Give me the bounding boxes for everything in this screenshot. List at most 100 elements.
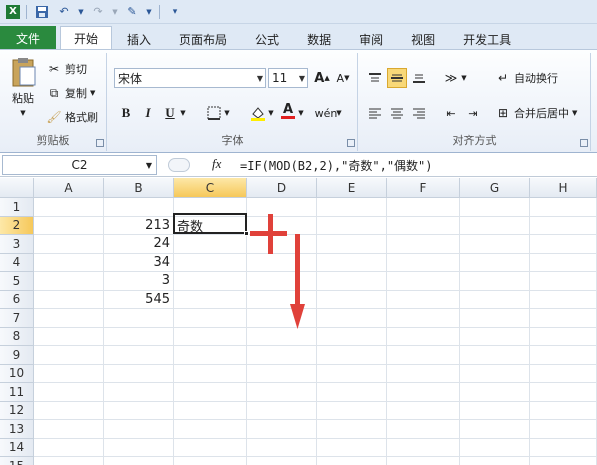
cell-b5[interactable]: 3: [104, 272, 174, 291]
cell-e1[interactable]: [317, 198, 387, 217]
cell-f7[interactable]: [387, 309, 460, 328]
tab-view[interactable]: 视图: [398, 28, 448, 50]
select-all-corner[interactable]: [0, 178, 34, 198]
row-header[interactable]: 1: [0, 198, 34, 217]
cell-c6[interactable]: [174, 290, 247, 309]
cell-e4[interactable]: [317, 253, 387, 272]
cell-c1[interactable]: [174, 198, 247, 217]
chevron-down-icon[interactable]: ▼: [266, 103, 276, 123]
grow-font-icon[interactable]: A ▲: [312, 68, 332, 88]
cell-g2[interactable]: [460, 216, 530, 235]
cell-a13[interactable]: [34, 420, 104, 439]
cell-h2[interactable]: [530, 216, 597, 235]
column-header[interactable]: H: [530, 178, 597, 198]
cell-c15[interactable]: [174, 457, 247, 465]
cell-f14[interactable]: [387, 438, 460, 457]
align-middle-icon[interactable]: [387, 68, 407, 88]
dropdown-icon[interactable]: ▼: [111, 3, 119, 21]
cell-e3[interactable]: [317, 235, 387, 254]
phonetic-icon[interactable]: wén: [315, 103, 338, 123]
cell-d12[interactable]: [247, 401, 317, 420]
cell-g12[interactable]: [460, 401, 530, 420]
cell-c13[interactable]: [174, 420, 247, 439]
column-header[interactable]: C: [174, 178, 247, 198]
cell-h8[interactable]: [530, 327, 597, 346]
paste-button[interactable]: 粘贴 ▼: [6, 57, 40, 125]
column-header[interactable]: D: [247, 178, 317, 198]
column-header[interactable]: B: [104, 178, 174, 198]
orientation-icon[interactable]: ≫: [441, 68, 461, 88]
cell-d13[interactable]: [247, 420, 317, 439]
cell-b15[interactable]: [104, 457, 174, 465]
cell-b7[interactable]: [104, 309, 174, 328]
column-header[interactable]: G: [460, 178, 530, 198]
row-header[interactable]: 9: [0, 346, 34, 365]
cell-f1[interactable]: [387, 198, 460, 217]
cell-h10[interactable]: [530, 364, 597, 383]
cell-b11[interactable]: [104, 383, 174, 402]
cell-h12[interactable]: [530, 401, 597, 420]
cell-f9[interactable]: [387, 346, 460, 365]
cell-e9[interactable]: [317, 346, 387, 365]
fx-icon[interactable]: fx: [212, 156, 221, 172]
row-header[interactable]: 15: [0, 457, 34, 465]
chevron-down-icon[interactable]: ▼: [178, 103, 188, 123]
cell-f5[interactable]: [387, 272, 460, 291]
shrink-font-icon[interactable]: A ▼: [333, 68, 353, 88]
cell-e11[interactable]: [317, 383, 387, 402]
cell-g3[interactable]: [460, 235, 530, 254]
cell-b13[interactable]: [104, 420, 174, 439]
wrap-text-button[interactable]: ↵ 自动换行: [495, 70, 558, 86]
cell-f2[interactable]: [387, 216, 460, 235]
redo-icon[interactable]: ↷: [89, 3, 107, 21]
tool-icon[interactable]: ✎: [123, 3, 141, 21]
cell-c7[interactable]: [174, 309, 247, 328]
row-header[interactable]: 6: [0, 290, 34, 309]
column-header[interactable]: F: [387, 178, 460, 198]
underline-button[interactable]: U: [160, 103, 180, 123]
cell-a11[interactable]: [34, 383, 104, 402]
cell-g11[interactable]: [460, 383, 530, 402]
cell-f8[interactable]: [387, 327, 460, 346]
cell-c12[interactable]: [174, 401, 247, 420]
cell-f4[interactable]: [387, 253, 460, 272]
cell-c4[interactable]: [174, 253, 247, 272]
increase-indent-icon[interactable]: ⇥: [463, 103, 483, 123]
dialog-launcher-icon[interactable]: [580, 139, 588, 147]
cell-a2[interactable]: [34, 216, 104, 235]
cell-c5[interactable]: [174, 272, 247, 291]
cell-h4[interactable]: [530, 253, 597, 272]
cell-f10[interactable]: [387, 364, 460, 383]
row-header[interactable]: 14: [0, 438, 34, 457]
dropdown-icon[interactable]: ▼: [145, 3, 153, 21]
cell-a10[interactable]: [34, 364, 104, 383]
cell-b4[interactable]: 34: [104, 253, 174, 272]
font-name-select[interactable]: 宋体 ▼: [114, 68, 266, 88]
cell-e10[interactable]: [317, 364, 387, 383]
tab-review[interactable]: 审阅: [346, 28, 396, 50]
bold-button[interactable]: B: [116, 103, 136, 123]
cell-b10[interactable]: [104, 364, 174, 383]
cell-b9[interactable]: [104, 346, 174, 365]
cell-b14[interactable]: [104, 438, 174, 457]
chevron-down-icon[interactable]: ▼: [459, 68, 469, 88]
cell-g13[interactable]: [460, 420, 530, 439]
cell-a14[interactable]: [34, 438, 104, 457]
cell-d10[interactable]: [247, 364, 317, 383]
fill-handle[interactable]: [244, 231, 249, 236]
align-bottom-icon[interactable]: [409, 68, 429, 88]
align-top-icon[interactable]: [365, 68, 385, 88]
cell-b12[interactable]: [104, 401, 174, 420]
align-center-icon[interactable]: [387, 103, 407, 123]
dialog-launcher-icon[interactable]: [96, 139, 104, 147]
row-header[interactable]: 8: [0, 327, 34, 346]
cell-a15[interactable]: [34, 457, 104, 465]
row-header[interactable]: 5: [0, 272, 34, 291]
cell-f13[interactable]: [387, 420, 460, 439]
dropdown-icon[interactable]: ▼: [77, 3, 85, 21]
cell-a5[interactable]: [34, 272, 104, 291]
row-header[interactable]: 11: [0, 383, 34, 402]
italic-button[interactable]: I: [138, 103, 158, 123]
customize-icon[interactable]: ▾: [166, 3, 184, 21]
cell-a7[interactable]: [34, 309, 104, 328]
